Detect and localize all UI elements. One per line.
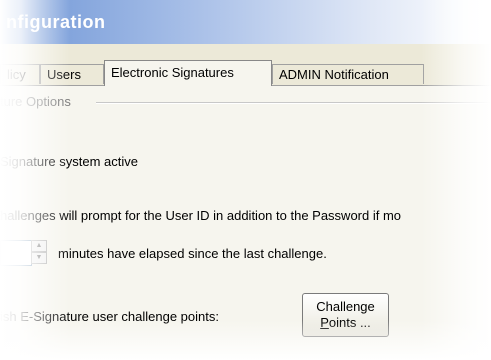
minutes-spinner[interactable]: ▲ ▼ [0, 240, 48, 266]
group-label: ture Options [0, 94, 73, 109]
tab-admin-notification-label: ADMIN Notification [279, 67, 389, 82]
spinner-up-icon[interactable]: ▲ [31, 240, 47, 252]
minutes-label: minutes have elapsed since the last chal… [58, 246, 327, 261]
group-divider [96, 102, 491, 104]
configuration-dialog: licy Users Electronic Signatures ADMIN N… [0, 44, 491, 360]
tab-admin-notification[interactable]: ADMIN Notification [272, 64, 424, 84]
challenge-button-line2-rest: oints ... [328, 315, 371, 330]
challenge-points-button[interactable]: Challenge Points ... [302, 293, 389, 337]
challenge-description: hallenges will prompt for the User ID in… [0, 208, 402, 223]
title-bar: nfiguration [0, 0, 491, 44]
tab-policy[interactable]: licy [0, 64, 40, 84]
tab-electronic-signatures-label: Electronic Signatures [111, 65, 234, 80]
minutes-field[interactable] [0, 240, 32, 266]
tab-users[interactable]: Users [40, 64, 104, 84]
challenge-button-line2: Points ... [303, 315, 388, 331]
signature-active-checkbox-label[interactable]: Signature system active [0, 154, 138, 169]
spinner-down-icon[interactable]: ▼ [31, 252, 47, 264]
tab-panel: ture Options Signature system active hal… [0, 86, 491, 360]
challenge-button-mnemonic: P [320, 315, 329, 330]
window-title: nfiguration [6, 12, 106, 32]
tab-users-label: Users [47, 67, 81, 82]
tab-policy-label: licy [7, 67, 26, 82]
tab-electronic-signatures[interactable]: Electronic Signatures [104, 60, 272, 86]
tab-strip: licy Users Electronic Signatures ADMIN N… [0, 60, 491, 86]
challenge-button-line1: Challenge [316, 299, 375, 314]
challenge-points-label: ish E-Signature user challenge points: [0, 309, 219, 324]
